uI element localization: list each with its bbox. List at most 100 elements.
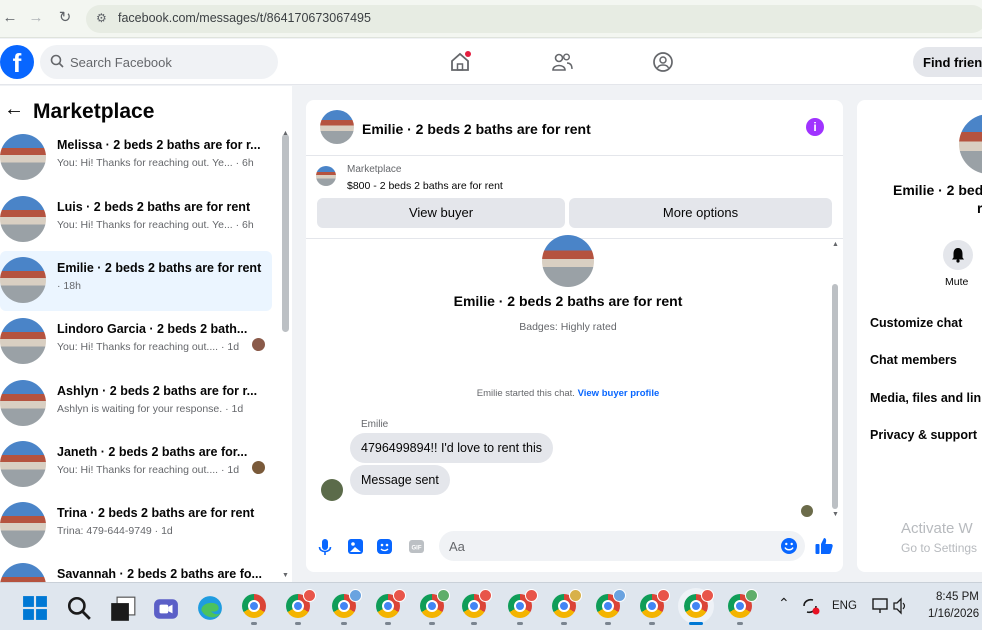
chrome-icon[interactable] bbox=[640, 589, 670, 618]
gif-icon[interactable]: GIF bbox=[408, 538, 425, 555]
url-text: facebook.com/messages/t/864170673067495 bbox=[118, 11, 371, 25]
avatar bbox=[0, 134, 46, 180]
facebook-logo[interactable]: f bbox=[0, 45, 34, 79]
language-indicator[interactable]: ENG bbox=[832, 600, 857, 612]
activate-windows-subtext: Go to Settings bbox=[901, 541, 978, 555]
running-indicator bbox=[251, 622, 257, 625]
running-indicator bbox=[295, 622, 301, 625]
details-name: Emilie · 2 bed bbox=[893, 182, 982, 198]
like-icon[interactable] bbox=[814, 536, 834, 556]
chrome-icon[interactable] bbox=[508, 589, 538, 618]
running-indicator bbox=[605, 622, 611, 625]
running-indicator bbox=[517, 622, 523, 625]
seen-indicator bbox=[252, 338, 265, 351]
edge-icon[interactable] bbox=[197, 595, 223, 621]
mute-button[interactable] bbox=[943, 240, 973, 270]
friends-icon[interactable] bbox=[551, 51, 573, 73]
profile-badge bbox=[745, 589, 758, 602]
running-indicator bbox=[341, 622, 347, 625]
running-indicator bbox=[561, 622, 567, 625]
search-input[interactable]: Search Facebook bbox=[40, 45, 278, 79]
conversation-item[interactable]: Janeth · 2 beds 2 baths are for... You: H… bbox=[0, 435, 272, 495]
chrome-icon[interactable] bbox=[332, 589, 362, 618]
chrome-icon[interactable] bbox=[420, 589, 450, 618]
image-icon[interactable] bbox=[347, 538, 364, 555]
chrome-icon[interactable] bbox=[462, 589, 492, 618]
chrome-icon[interactable] bbox=[728, 589, 758, 618]
conversation-item[interactable]: Luis · 2 beds 2 baths are for rent You: H… bbox=[0, 190, 272, 250]
details-name-continued: r bbox=[977, 200, 982, 216]
back-arrow-icon[interactable]: ← bbox=[4, 98, 24, 121]
conversation-item[interactable]: Emilie · 2 beds 2 baths are for rent · 18… bbox=[0, 251, 272, 311]
sticker-icon[interactable] bbox=[376, 538, 393, 555]
scrollbar[interactable] bbox=[832, 284, 838, 509]
taskbar-search-icon[interactable] bbox=[66, 595, 92, 621]
conversation-item[interactable]: Melissa · 2 beds 2 baths are for r... You… bbox=[0, 128, 272, 188]
site-info-icon[interactable]: ⚙ bbox=[96, 11, 107, 25]
avatar bbox=[0, 257, 46, 303]
sync-icon[interactable] bbox=[801, 597, 821, 615]
avatar[interactable] bbox=[320, 110, 354, 144]
scroll-up-arrow-icon[interactable]: ▲ bbox=[282, 130, 289, 137]
chat-title[interactable]: Emilie · 2 beds 2 baths are for rent bbox=[362, 121, 591, 137]
profile-icon[interactable] bbox=[652, 51, 674, 73]
scroll-down-arrow-icon[interactable]: ▼ bbox=[282, 572, 289, 579]
scrollbar[interactable] bbox=[282, 134, 289, 332]
scroll-down-arrow-icon[interactable]: ▼ bbox=[832, 511, 839, 518]
marketplace-inbox: ← Marketplace Melissa · 2 beds 2 baths a… bbox=[0, 86, 292, 609]
view-buyer-button[interactable]: View buyer bbox=[317, 198, 565, 228]
profile-badge bbox=[613, 589, 626, 602]
meet-icon[interactable] bbox=[153, 596, 179, 622]
mic-icon[interactable] bbox=[318, 538, 332, 556]
conversation-item[interactable]: Ashlyn · 2 beds 2 baths are for r... Ashl… bbox=[0, 374, 272, 434]
avatar bbox=[0, 318, 46, 364]
more-options-button[interactable]: More options bbox=[569, 198, 832, 228]
conversation-item[interactable]: Lindoro Garcia · 2 beds 2 bath... You: Hi… bbox=[0, 312, 272, 372]
chevron-up-icon[interactable]: ⌃ bbox=[778, 595, 790, 612]
address-bar[interactable]: ⚙ facebook.com/messages/t/86417067306749… bbox=[86, 5, 982, 33]
avatar bbox=[959, 114, 982, 174]
clock-date[interactable]: 1/16/2026 bbox=[928, 608, 979, 620]
conversation-name: Luis · 2 beds 2 baths are for rent bbox=[57, 200, 251, 214]
chrome-icon[interactable] bbox=[596, 589, 626, 618]
conversation-name: Melissa · 2 beds 2 baths are for r... bbox=[57, 138, 261, 152]
message-input[interactable]: Aa bbox=[439, 531, 805, 561]
forward-arrow-icon[interactable]: → bbox=[26, 8, 46, 28]
scroll-up-arrow-icon[interactable]: ▲ bbox=[832, 241, 839, 248]
view-buyer-profile-link[interactable]: View buyer profile bbox=[578, 388, 660, 399]
task-view-icon[interactable] bbox=[110, 596, 136, 622]
privacy-support-item[interactable]: Privacy & support bbox=[870, 428, 977, 442]
running-indicator bbox=[429, 622, 435, 625]
network-volume-icon[interactable] bbox=[872, 597, 908, 615]
avatar bbox=[0, 196, 46, 242]
message-bubble[interactable]: Message sent bbox=[350, 465, 450, 495]
chrome-icon[interactable] bbox=[242, 594, 266, 618]
reload-icon[interactable]: ↻ bbox=[55, 8, 75, 28]
chrome-icon[interactable] bbox=[678, 588, 714, 624]
find-friends-button[interactable]: Find friend bbox=[913, 47, 982, 77]
profile-badge bbox=[349, 589, 362, 602]
chat-members-item[interactable]: Chat members bbox=[870, 353, 957, 367]
back-arrow-icon[interactable]: ← bbox=[0, 8, 20, 28]
badges-text: Badges: Highly rated bbox=[519, 321, 617, 333]
search-placeholder: Search Facebook bbox=[70, 55, 172, 70]
info-icon[interactable]: i bbox=[806, 118, 824, 136]
windows-start-icon[interactable] bbox=[22, 595, 48, 621]
customize-chat-item[interactable]: Customize chat bbox=[870, 316, 962, 330]
conversation-item[interactable]: Trina · 2 beds 2 baths are for rent Trina… bbox=[0, 496, 272, 556]
home-icon[interactable] bbox=[449, 51, 471, 73]
chrome-icon[interactable] bbox=[286, 589, 316, 618]
chat-details-panel: Emilie · 2 bed r Mute Customize chat Cha… bbox=[857, 100, 982, 572]
message-bubble[interactable]: 4796499894!! I'd love to rent this bbox=[350, 433, 553, 463]
listing-thumbnail bbox=[316, 166, 336, 186]
profile-badge bbox=[479, 589, 492, 602]
chrome-icon[interactable] bbox=[552, 589, 582, 618]
media-files-links-item[interactable]: Media, files and link bbox=[870, 391, 982, 405]
chrome-icon[interactable] bbox=[376, 589, 406, 618]
profile-badge bbox=[437, 589, 450, 602]
clock-time[interactable]: 8:45 PM bbox=[936, 591, 979, 603]
running-indicator bbox=[649, 622, 655, 625]
conversation-name: Savannah · 2 beds 2 baths are fo... bbox=[57, 567, 262, 581]
emoji-icon[interactable] bbox=[780, 537, 798, 555]
divider bbox=[306, 155, 843, 156]
